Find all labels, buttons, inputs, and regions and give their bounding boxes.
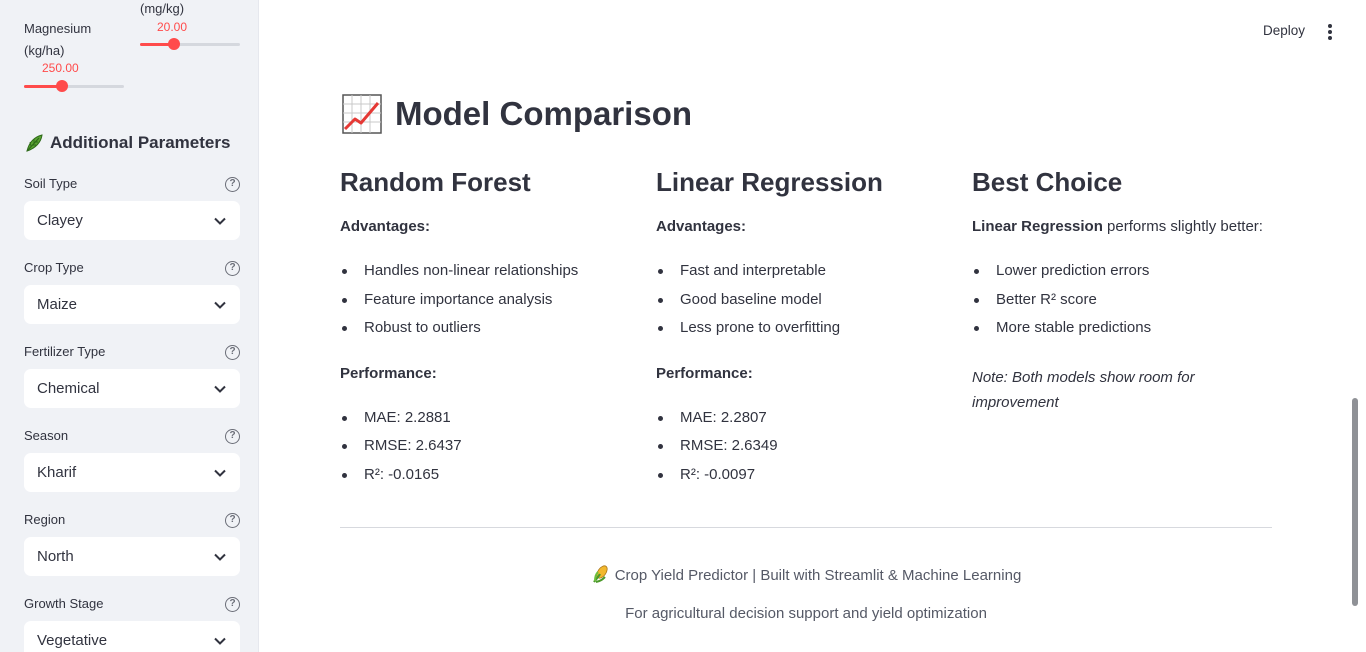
field-label: Season [24,428,69,443]
advantages-label: Advantages: [340,218,431,235]
chevron-down-icon [214,301,226,309]
list-item: Good baseline model [656,286,956,315]
advantages-list: Fast and interpretable Good baseline mod… [656,257,956,343]
field-label: Fertilizer Type [24,344,106,359]
help-icon[interactable]: ? [225,597,240,612]
chevron-down-icon [214,553,226,561]
column-heading: Best Choice [972,167,1123,197]
select-value: North [37,548,74,565]
list-item: Better R² score [972,286,1272,315]
crop-type-select[interactable]: Maize [24,285,240,324]
list-item: Robust to outliers [340,314,640,343]
region-select[interactable]: North [24,537,240,576]
leaf-icon [26,134,43,152]
deploy-button[interactable]: Deploy [1263,23,1305,38]
growth-stage-select[interactable]: Vegetative [24,621,240,652]
linear-regression-column: Linear Regression Advantages: Fast and i… [656,167,956,511]
help-icon[interactable]: ? [225,513,240,528]
field-label: Crop Type [24,260,84,275]
list-item: MAE: 2.2807 [656,404,956,433]
select-value: Vegetative [37,632,108,649]
help-icon[interactable]: ? [225,261,240,276]
chevron-down-icon [214,469,226,477]
best-choice-column: Best Choice Linear Regression performs s… [972,167,1272,415]
list-item: Feature importance analysis [340,286,640,315]
select-value: Kharif [37,464,77,481]
list-item: R²: -0.0165 [340,461,640,490]
page-title-text: Model Comparison [395,95,693,132]
help-icon[interactable]: ? [225,177,240,192]
best-choice-model: Linear Regression [972,218,1103,235]
season-select[interactable]: Kharif [24,453,240,492]
performance-label: Performance: [656,364,753,382]
list-item: Lower prediction errors [972,257,1272,286]
performance-list: MAE: 2.2807 RMSE: 2.6349 R²: -0.0097 [656,404,956,490]
best-choice-list: Lower prediction errors Better R² score … [972,257,1272,343]
divider [340,527,1272,528]
performance-label: Performance: [340,364,437,382]
select-value: Clayey [37,212,83,229]
chevron-down-icon [214,217,226,225]
footer-caption-text: Crop Yield Predictor | Built with Stream… [614,567,1022,584]
list-item: RMSE: 2.6349 [656,432,956,461]
list-item: Fast and interpretable [656,257,956,286]
select-value: Maize [37,296,78,313]
list-item: MAE: 2.2881 [340,404,640,433]
section-title-text: Additional Parameters [50,133,231,152]
list-item: RMSE: 2.6437 [340,432,640,461]
advantages-label: Advantages: [656,218,747,235]
field-label: Soil Type [24,176,78,191]
sidebar: (mg/kg) 20.00 Magnesium (kg/ha) 250.00 A… [0,0,259,652]
list-item: Less prone to overfitting [656,314,956,343]
footer-caption: Crop Yield Predictor | Built with Stream… [340,564,1272,584]
slider-track[interactable] [140,38,240,50]
slider-thumb[interactable] [56,80,68,92]
footer-subcaption: For agricultural decision support and yi… [625,605,987,622]
chevron-down-icon [214,637,226,645]
performance-list: MAE: 2.2881 RMSE: 2.6437 R²: -0.0165 [340,404,640,490]
best-choice-lead: Linear Regression performs slightly bett… [972,218,1272,235]
note-text: Note: Both models show room for improvem… [972,368,1195,411]
slider-label: Magnesium [24,21,92,36]
section-title: Additional Parameters [24,133,230,153]
advantages-list: Handles non-linear relationships Feature… [340,257,640,343]
page-title: Model Comparison [341,93,692,135]
list-item: More stable predictions [972,314,1272,343]
corn-icon [592,565,608,583]
fertilizer-type-select[interactable]: Chemical [24,369,240,408]
chart-increasing-icon [342,94,382,134]
list-item: R²: -0.0097 [656,461,956,490]
field-label: Growth Stage [24,596,104,611]
chevron-down-icon [214,385,226,393]
slider-value: 250.00 [42,61,79,75]
main-menu-icon[interactable] [1324,24,1336,40]
column-heading: Linear Regression [656,167,883,197]
help-icon[interactable]: ? [225,429,240,444]
field-label: Region [24,512,66,527]
scrollbar[interactable] [1352,398,1358,606]
slider-label-unit: (kg/ha) [24,43,65,58]
best-choice-lead-text: performs slightly better: [1102,218,1263,235]
slider-value: 20.00 [157,20,188,34]
slider-thumb[interactable] [168,38,180,50]
list-item: Handles non-linear relationships [340,257,640,286]
column-heading: Random Forest [340,167,531,197]
help-icon[interactable]: ? [225,345,240,360]
random-forest-column: Random Forest Advantages: Handles non-li… [340,167,640,511]
slider-track[interactable] [24,80,124,92]
slider-label-unit: (mg/kg) [140,1,185,16]
select-value: Chemical [37,380,100,397]
soil-type-select[interactable]: Clayey [24,201,240,240]
